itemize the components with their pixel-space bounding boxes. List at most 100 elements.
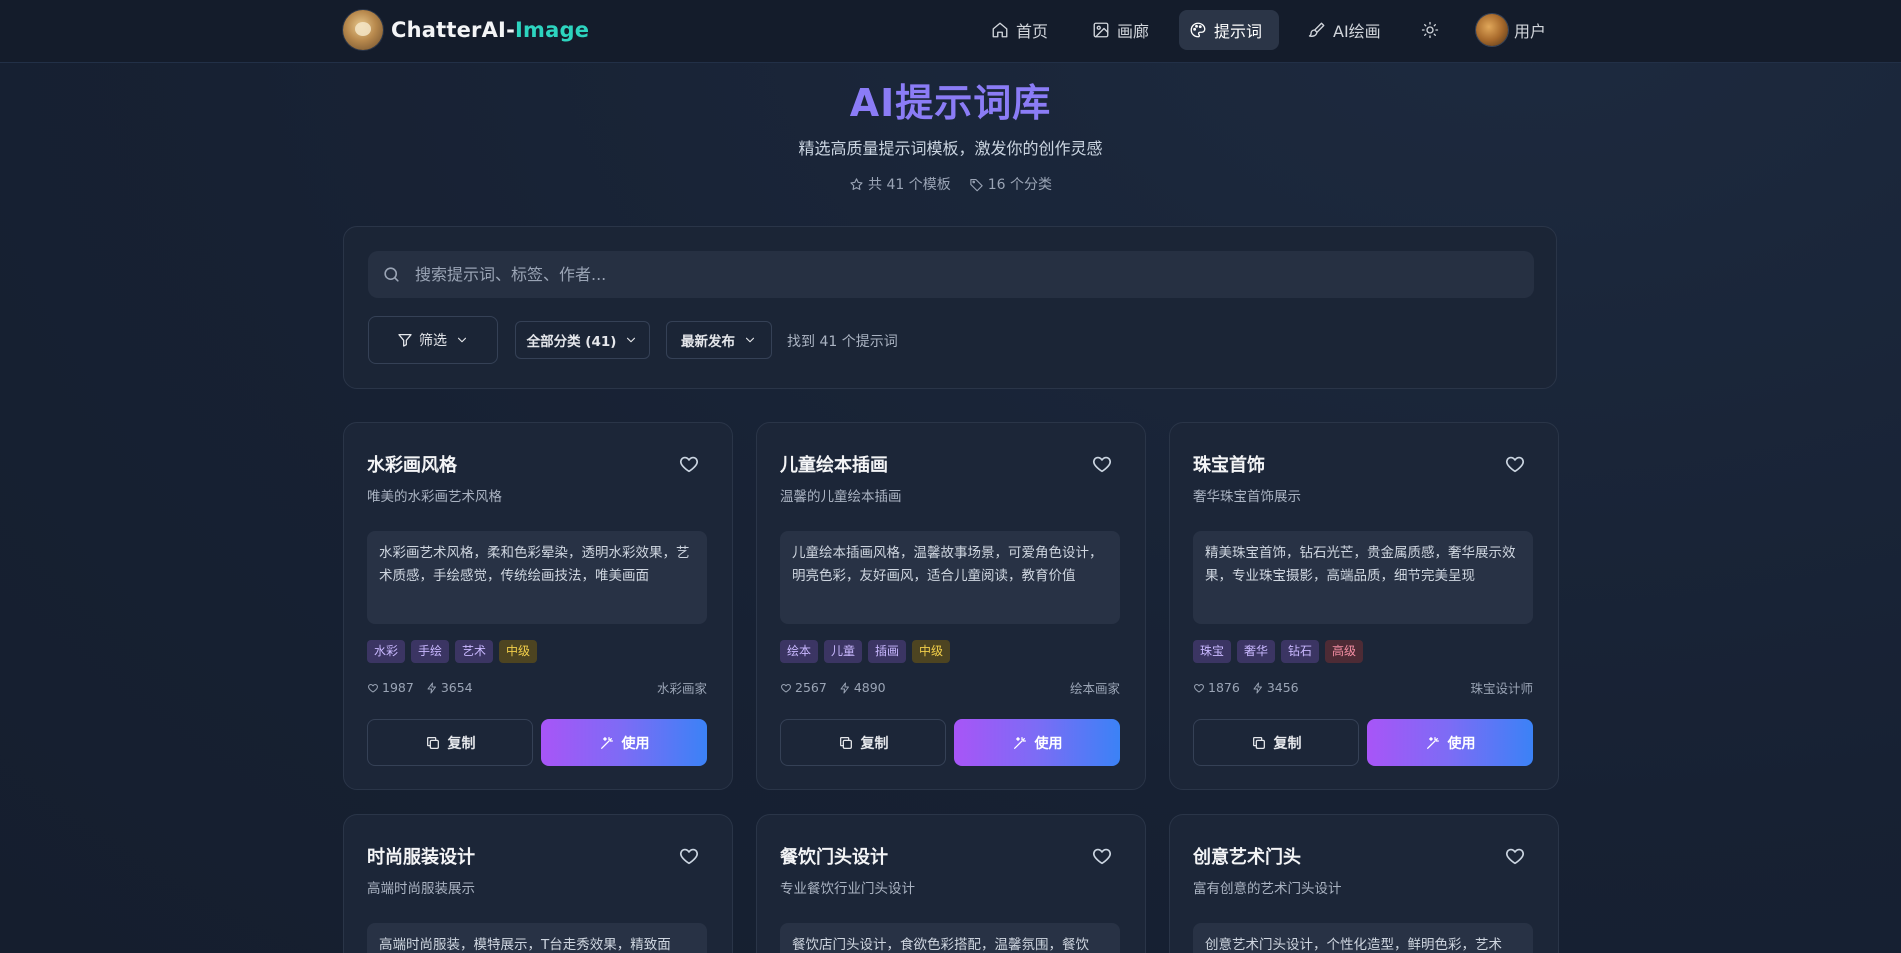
heart-icon: [1093, 456, 1111, 473]
copy-button[interactable]: 复制: [367, 719, 533, 766]
filter-icon: [398, 334, 412, 347]
image-icon: [1093, 22, 1109, 38]
heart-icon: [680, 848, 698, 865]
favorite-button[interactable]: [1504, 453, 1526, 475]
tag[interactable]: 手绘: [411, 640, 450, 663]
magic-wand-icon: [600, 736, 613, 749]
star-icon: [850, 177, 863, 190]
tag-list: 珠宝 奢华 钻石 高级: [1193, 640, 1364, 663]
prompt-card[interactable]: 创意艺术门头 富有创意的艺术门头设计 创意艺术门头设计，个性化造型，鲜明色彩，艺…: [1169, 814, 1559, 953]
prompt-card[interactable]: 时尚服装设计 高端时尚服装展示 高端时尚服装，模特展示，T台走秀效果，精致面: [343, 814, 733, 953]
brand-avatar-logo: [343, 10, 383, 50]
copy-button[interactable]: 复制: [1193, 719, 1359, 766]
brand-name: ChatterAI-Image: [391, 18, 590, 42]
user-avatar: [1476, 14, 1508, 46]
tag[interactable]: 钻石: [1281, 640, 1320, 663]
use-button[interactable]: 使用: [541, 719, 707, 766]
card-title: 餐饮门头设计: [780, 847, 888, 868]
library-stats: 共 41 个模板 16 个分类: [0, 174, 1901, 194]
chevron-down-icon: [457, 337, 467, 343]
difficulty-badge: 高级: [1325, 640, 1364, 663]
card-subtitle: 专业餐饮行业门头设计: [780, 881, 915, 897]
filter-panel: 筛选 全部分类 (41) 最新发布 找到 41 个提示词: [343, 226, 1557, 389]
use-count: 4890: [839, 680, 886, 695]
category-select[interactable]: 全部分类 (41): [515, 321, 650, 359]
brush-icon: [1308, 22, 1325, 37]
card-title: 珠宝首饰: [1193, 455, 1265, 476]
prompt-text: 餐饮店门头设计，食欲色彩搭配，温馨氛围，餐饮: [780, 923, 1120, 953]
home-icon: [992, 22, 1008, 38]
sort-select[interactable]: 最新发布: [666, 321, 772, 359]
card-subtitle: 富有创意的艺术门头设计: [1193, 881, 1342, 897]
search-icon: [384, 267, 399, 282]
like-count: 2567: [780, 680, 827, 695]
tag[interactable]: 插画: [868, 640, 907, 663]
prompt-card[interactable]: 儿童绘本插画 温馨的儿童绘本插画 儿童绘本插画风格，温馨故事场景，可爱角色设计，…: [756, 422, 1146, 790]
zap-icon: [840, 682, 849, 693]
copy-icon: [839, 736, 852, 749]
author-name: 水彩画家: [656, 681, 707, 696]
favorite-button[interactable]: [678, 453, 700, 475]
prompt-card[interactable]: 餐饮门头设计 专业餐饮行业门头设计 餐饮店门头设计，食欲色彩搭配，温馨氛围，餐饮: [756, 814, 1146, 953]
tag-list: 绘本 儿童 插画 中级: [780, 640, 951, 663]
category-count: 16 个分类: [969, 174, 1052, 194]
chevron-down-icon: [627, 337, 636, 343]
brand-logo-link[interactable]: ChatterAI-Image: [343, 10, 589, 50]
heart-icon: [1194, 683, 1204, 692]
prompt-card[interactable]: 水彩画风格 唯美的水彩画艺术风格 水彩画艺术风格，柔和色彩晕染，透明水彩效果，艺…: [343, 422, 733, 790]
card-subtitle: 奢华珠宝首饰展示: [1193, 489, 1301, 505]
top-navbar: ChatterAI-Image 首页 画廊 提示词 AI绘画 用户: [0, 0, 1901, 63]
card-subtitle: 高端时尚服装展示: [367, 881, 475, 897]
nav-gallery[interactable]: 画廊: [1082, 10, 1164, 50]
theme-toggle-button[interactable]: [1412, 10, 1448, 50]
favorite-button[interactable]: [678, 845, 700, 867]
tag[interactable]: 珠宝: [1193, 640, 1232, 663]
tag[interactable]: 水彩: [367, 640, 406, 663]
use-button[interactable]: 使用: [1367, 719, 1533, 766]
page-title: AI提示词库: [849, 81, 1052, 125]
like-count: 1987: [367, 680, 414, 695]
card-title: 儿童绘本插画: [780, 455, 888, 476]
search-input[interactable]: [413, 264, 1534, 285]
zap-icon: [1253, 682, 1262, 693]
filter-toggle-button[interactable]: 筛选: [368, 316, 498, 364]
tag[interactable]: 儿童: [824, 640, 863, 663]
user-menu-button[interactable]: 用户: [1466, 10, 1556, 50]
copy-icon: [426, 736, 439, 749]
card-meta: 1987 3654 水彩画家: [367, 678, 707, 697]
author-name: 珠宝设计师: [1470, 681, 1533, 696]
tag[interactable]: 奢华: [1237, 640, 1276, 663]
heart-icon: [781, 683, 791, 692]
copy-button[interactable]: 复制: [780, 719, 946, 766]
tag[interactable]: 艺术: [455, 640, 494, 663]
heart-icon: [1093, 848, 1111, 865]
copy-icon: [1252, 736, 1265, 749]
prompt-card[interactable]: 珠宝首饰 奢华珠宝首饰展示 精美珠宝首饰，钻石光芒，贵金属质感，奢华展示效果，专…: [1169, 422, 1559, 790]
tag[interactable]: 绘本: [780, 640, 819, 663]
prompt-text: 精美珠宝首饰，钻石光芒，贵金属质感，奢华展示效果，专业珠宝摄影，高端品质，细节完…: [1193, 531, 1533, 624]
prompt-text: 儿童绘本插画风格，温馨故事场景，可爱角色设计，明亮色彩，友好画风，适合儿童阅读，…: [780, 531, 1120, 624]
favorite-button[interactable]: [1091, 845, 1113, 867]
favorite-button[interactable]: [1091, 453, 1113, 475]
heart-icon: [368, 683, 378, 692]
sun-icon: [1421, 21, 1439, 39]
template-count: 共 41 个模板: [849, 174, 951, 194]
nav-prompts[interactable]: 提示词: [1179, 10, 1279, 50]
favorite-button[interactable]: [1504, 845, 1526, 867]
chevron-down-icon: [745, 337, 755, 343]
card-subtitle: 温馨的儿童绘本插画: [780, 489, 902, 505]
nav-home[interactable]: 首页: [981, 10, 1063, 50]
card-meta: 1876 3456 珠宝设计师: [1193, 678, 1533, 697]
use-button[interactable]: 使用: [954, 719, 1120, 766]
heart-icon: [1506, 456, 1524, 473]
card-title: 水彩画风格: [367, 455, 457, 476]
card-subtitle: 唯美的水彩画艺术风格: [367, 489, 502, 505]
nav-ai-paint[interactable]: AI绘画: [1298, 10, 1398, 50]
tag-icon: [970, 178, 983, 191]
magic-wand-icon: [1013, 736, 1026, 749]
heart-icon: [1506, 848, 1524, 865]
search-box: [368, 251, 1534, 298]
card-meta: 2567 4890 绘本画家: [780, 678, 1120, 697]
page-subtitle: 精选高质量提示词模板，激发你的创作灵感: [798, 139, 1103, 158]
use-count: 3654: [426, 680, 473, 695]
